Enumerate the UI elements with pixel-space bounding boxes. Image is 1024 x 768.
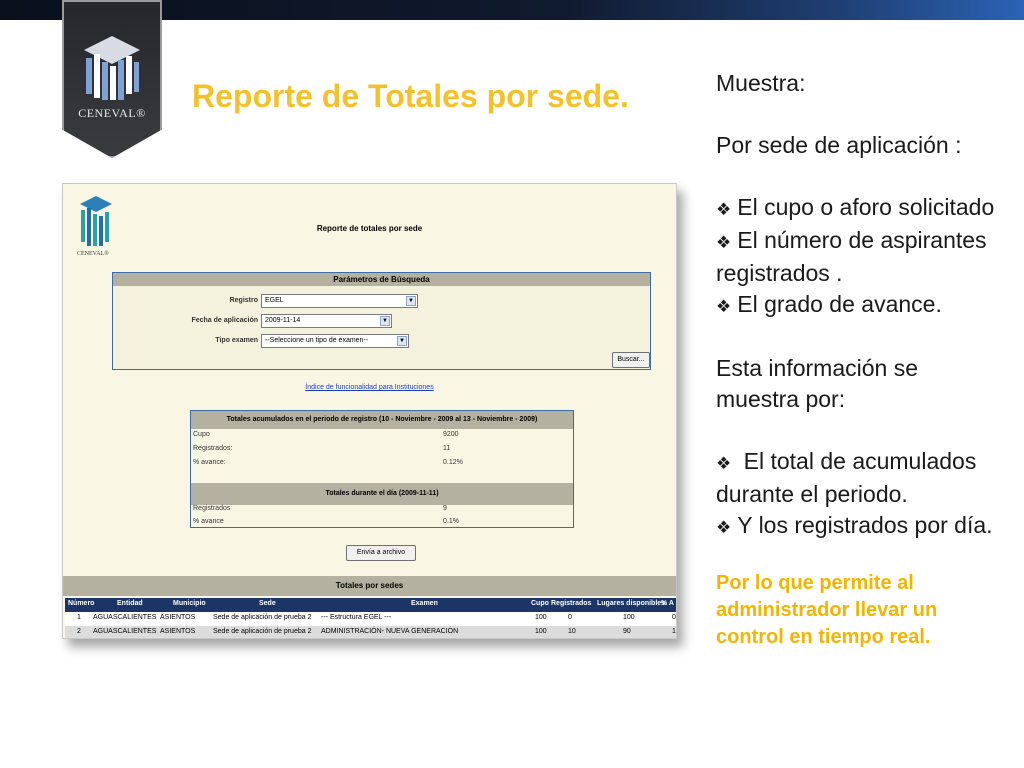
day-totals-label: % avance [193, 518, 224, 525]
params-header: Parámetros de Búsqueda [113, 273, 650, 286]
column-header: Entidad [117, 600, 143, 607]
table-cell: ASIENTOS [160, 628, 196, 635]
totals-panel: Totales acumulados en el periodo de regi… [190, 410, 574, 528]
bullet-item: ❖ El grado de avance. [716, 289, 1006, 322]
admin-note: Por lo que permite al administrador llev… [716, 572, 938, 648]
column-header: Registrados [551, 600, 592, 607]
diamond-bullet-icon: ❖ [716, 518, 732, 537]
table-cell: 1 [77, 614, 81, 621]
logo-text: CENEVAL® [78, 106, 146, 120]
ceneval-logo-icon [84, 36, 140, 100]
column-header: Número [68, 600, 95, 607]
column-header: Cupo [531, 600, 549, 607]
bullet-text: El número de aspirantes registrados . [716, 227, 987, 286]
tipo-label: Tipo examen [215, 337, 258, 344]
day-totals-row: Registrados 9 [191, 505, 573, 518]
por-sede-label: Por sede de aplicación : [716, 132, 962, 158]
totals-row: Cupo 9200 [191, 431, 573, 444]
mini-logo-text: CENEVAL® [77, 251, 109, 257]
totals-label: Cupo [193, 431, 210, 438]
table-cell: ASIENTOS [160, 614, 196, 621]
totals-value: 0.12% [443, 459, 463, 466]
table-cell: Sede de aplicación de prueba 2 [213, 614, 312, 621]
table-cell: 0 [568, 614, 572, 621]
fecha-label: Fecha de aplicación [191, 317, 258, 324]
table-cell: 1 [672, 628, 676, 635]
bullet-text: Y los registrados por día. [737, 512, 993, 538]
table-cell: 100 [623, 614, 635, 621]
bullet-item: ❖ El número de aspirantes registrados . [716, 225, 1006, 289]
bullet-text: El cupo o aforo solicitado [737, 194, 995, 220]
day-totals-value: 0.1% [443, 518, 459, 525]
diamond-bullet-icon: ❖ [716, 297, 732, 316]
totals-header: Totales acumulados en el periodo de regi… [191, 411, 573, 429]
registro-value: EGEL [265, 297, 284, 304]
report-title: Reporte de totales por sede [316, 224, 423, 233]
table-cell: AGUASCALIENTES [93, 614, 157, 621]
column-header: % A [661, 600, 674, 607]
table-cell: --- Estructura EGEL --- [321, 614, 392, 621]
column-header: Examen [411, 600, 438, 607]
totals-value: 11 [443, 445, 451, 452]
bullet-item: ❖ El cupo o aforo solicitado [716, 192, 1006, 225]
column-header: Municipio [173, 600, 206, 607]
chevron-down-icon: ▼ [380, 316, 390, 326]
index-link[interactable]: Índice de funcionalidad para Institucion… [63, 384, 676, 391]
fecha-select[interactable]: 2009-11-14 ▼ [261, 314, 392, 328]
table-row[interactable]: 1 AGUASCALIENTES ASIENTOS Sede de aplica… [65, 612, 676, 626]
search-parameters-panel: Parámetros de Búsqueda Registro EGEL ▼ F… [112, 272, 651, 370]
chevron-down-icon: ▼ [397, 336, 407, 346]
registro-label: Registro [229, 297, 258, 304]
tipo-value: --Seleccione un tipo de examen-- [265, 337, 369, 344]
bullet-text: El grado de avance. [737, 291, 942, 317]
totals-label: % avance: [193, 459, 226, 466]
tipo-examen-select[interactable]: --Seleccione un tipo de examen-- ▼ [261, 334, 409, 348]
slide-title: Reporte de Totales por sede. [192, 78, 629, 114]
day-totals-row: % avance 0.1% [191, 518, 573, 531]
bullet-text: El total de acumulados durante el period… [716, 448, 977, 507]
totals-label: Registrados: [193, 445, 233, 452]
table-cell: AGUASCALIENTES [93, 628, 157, 635]
bullet-item: ❖ Y los registrados por día. [716, 510, 1006, 543]
fecha-value: 2009-11-14 [265, 317, 301, 324]
sedes-header: Totales por sedes [63, 576, 676, 596]
registro-select[interactable]: EGEL ▼ [261, 294, 418, 308]
esta-info-label: Esta información se muestra por: [716, 355, 918, 412]
table-cell: ADMINISTRACIÓN- NUEVA GENERACIÓN [321, 628, 459, 635]
totals-value: 9200 [443, 431, 459, 438]
table-cell: 90 [623, 628, 631, 635]
table-cell: 0 [672, 614, 676, 621]
ceneval-logo-tab: CENEVAL® [62, 0, 162, 158]
totals-row: Registrados: 11 [191, 445, 573, 458]
export-file-button[interactable]: Envía a archivo [346, 545, 416, 561]
totals-row: % avance: 0.12% [191, 459, 573, 472]
column-header: Sede [259, 600, 276, 607]
description-panel: Muestra: Por sede de aplicación : ❖ El cu… [716, 68, 1006, 651]
table-cell: Sede de aplicación de prueba 2 [213, 628, 312, 635]
column-header: Lugares disponibles [597, 600, 666, 607]
report-screenshot: CENEVAL® Reporte de totales por sede Par… [62, 183, 677, 639]
chevron-down-icon: ▼ [406, 296, 416, 306]
table-cell: 10 [568, 628, 576, 635]
day-totals-value: 9 [443, 505, 447, 512]
buscar-button[interactable]: Buscar... [612, 352, 650, 368]
mini-ceneval-logo-icon [80, 196, 112, 246]
table-cell: 100 [535, 628, 547, 635]
table-header-row: Número Entidad Municipio Sede Examen Cup… [65, 598, 676, 612]
diamond-bullet-icon: ❖ [716, 200, 732, 219]
diamond-bullet-icon: ❖ [716, 454, 732, 473]
day-totals-header: Totales durante el día (2009-11-11) [191, 483, 573, 505]
bullet-item: ❖ El total de acumulados durante el peri… [716, 446, 1006, 510]
muestra-label: Muestra: [716, 70, 806, 96]
sedes-table: Número Entidad Municipio Sede Examen Cup… [65, 598, 676, 638]
table-row[interactable]: 2 AGUASCALIENTES ASIENTOS Sede de aplica… [65, 626, 676, 638]
diamond-bullet-icon: ❖ [716, 233, 732, 252]
table-cell: 100 [535, 614, 547, 621]
table-cell: 2 [77, 628, 81, 635]
day-totals-label: Registrados [193, 505, 231, 512]
